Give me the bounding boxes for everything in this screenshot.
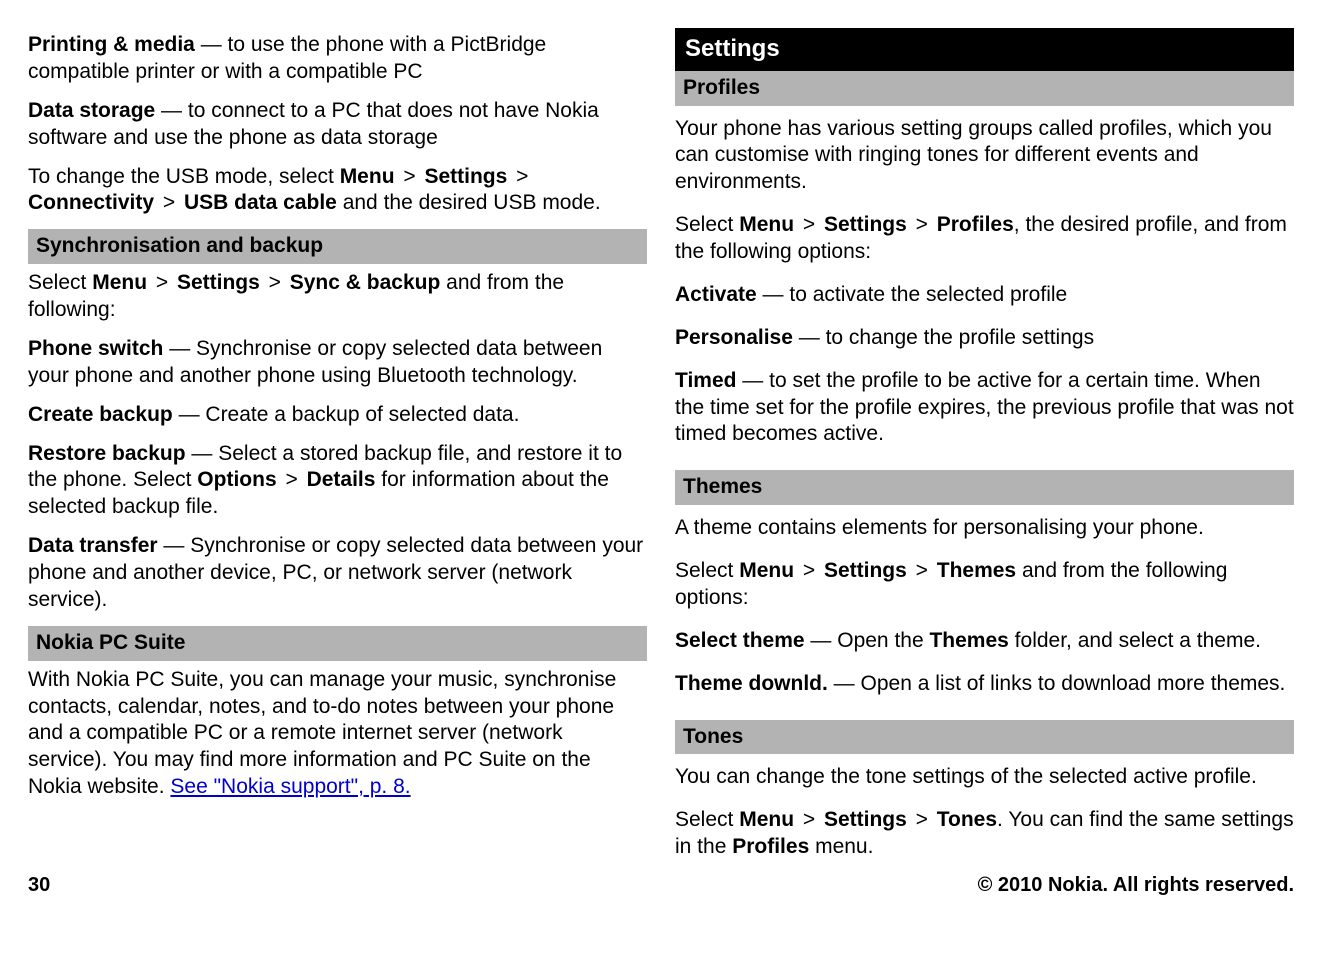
timed-label: Timed [675, 369, 736, 392]
breadcrumb-separator: > [907, 808, 937, 831]
printing-media-item: Printing & media — to use the phone with… [28, 32, 647, 86]
details-label: Details [307, 468, 376, 491]
tones-label: Tones [937, 808, 997, 831]
breadcrumb-separator: > [260, 271, 290, 294]
settings-label: Settings [824, 213, 907, 236]
create-backup-desc: — Create a backup of selected data. [173, 403, 520, 426]
select-theme-label: Select theme [675, 629, 805, 652]
page-content: Printing & media — to use the phone with… [0, 0, 1322, 860]
themes-intro: A theme contains elements for personalis… [675, 515, 1294, 542]
select-theme-item: Select theme — Open the Themes folder, a… [675, 628, 1294, 655]
themes-select-pre: Select [675, 559, 739, 582]
usb-pre-text: To change the USB mode, select [28, 165, 340, 188]
breadcrumb-separator: > [395, 165, 425, 188]
profiles-select-paragraph: Select Menu > Settings > Profiles, the d… [675, 212, 1294, 266]
select-theme-desc-post: folder, and select a theme. [1009, 629, 1261, 652]
settings-label: Settings [824, 808, 907, 831]
usb-mode-paragraph: To change the USB mode, select Menu > Se… [28, 164, 647, 218]
tones-select-pre: Select [675, 808, 739, 831]
pc-suite-body: With Nokia PC Suite, you can manage your… [28, 667, 647, 801]
sync-backup-label: Sync & backup [290, 271, 441, 294]
sync-backup-heading: Synchronisation and backup [28, 229, 647, 264]
data-transfer-label: Data transfer [28, 534, 158, 557]
select-theme-desc-pre: — Open the [805, 629, 930, 652]
breadcrumb-separator: > [794, 559, 824, 582]
page-footer: 30 © 2010 Nokia. All rights reserved. [0, 860, 1322, 920]
left-column: Printing & media — to use the phone with… [28, 28, 647, 860]
personalise-item: Personalise — to change the profile sett… [675, 325, 1294, 352]
breadcrumb-separator: > [154, 191, 184, 214]
tones-select-post: menu. [809, 835, 873, 858]
theme-downld-label: Theme downld. [675, 672, 828, 695]
usb-data-cable-label: USB data cable [184, 191, 337, 214]
printing-media-label: Printing & media [28, 33, 195, 56]
create-backup-item: Create backup — Create a backup of selec… [28, 402, 647, 429]
data-storage-item: Data storage — to connect to a PC that d… [28, 98, 647, 152]
phone-switch-label: Phone switch [28, 337, 163, 360]
nokia-support-link[interactable]: See "Nokia support", p. 8. [170, 775, 410, 798]
settings-label: Settings [824, 559, 907, 582]
connectivity-label: Connectivity [28, 191, 154, 214]
menu-label: Menu [739, 213, 794, 236]
page-number: 30 [28, 874, 50, 897]
profiles-select-pre: Select [675, 213, 739, 236]
theme-downld-item: Theme downld. — Open a list of links to … [675, 671, 1294, 698]
activate-label: Activate [675, 283, 757, 306]
breadcrumb-separator: > [794, 213, 824, 236]
personalise-label: Personalise [675, 326, 793, 349]
activate-item: Activate — to activate the selected prof… [675, 282, 1294, 309]
themes-folder-label: Themes [929, 629, 1008, 652]
settings-label: Settings [424, 165, 507, 188]
breadcrumb-separator: > [794, 808, 824, 831]
restore-backup-item: Restore backup — Select a stored backup … [28, 441, 647, 522]
phone-switch-item: Phone switch — Synchronise or copy selec… [28, 336, 647, 390]
tones-select-paragraph: Select Menu > Settings > Tones. You can … [675, 807, 1294, 861]
menu-label: Menu [340, 165, 395, 188]
profiles-heading: Profiles [675, 71, 1294, 106]
sync-select-pre: Select [28, 271, 92, 294]
tones-heading: Tones [675, 720, 1294, 755]
profiles-label: Profiles [937, 213, 1014, 236]
breadcrumb-separator: > [907, 559, 937, 582]
options-label: Options [197, 468, 276, 491]
theme-downld-desc: — Open a list of links to download more … [828, 672, 1286, 695]
personalise-desc: — to change the profile settings [793, 326, 1094, 349]
timed-desc: — to set the profile to be active for a … [675, 369, 1294, 446]
right-column: Settings Profiles Your phone has various… [675, 28, 1294, 860]
profiles-menu-label: Profiles [732, 835, 809, 858]
create-backup-label: Create backup [28, 403, 173, 426]
themes-select-paragraph: Select Menu > Settings > Themes and from… [675, 558, 1294, 612]
themes-label: Themes [937, 559, 1016, 582]
data-storage-label: Data storage [28, 99, 155, 122]
menu-label: Menu [92, 271, 147, 294]
restore-backup-label: Restore backup [28, 442, 186, 465]
activate-desc: — to activate the selected profile [757, 283, 1068, 306]
copyright-text: © 2010 Nokia. All rights reserved. [978, 874, 1294, 897]
settings-section-title: Settings [675, 28, 1294, 71]
data-transfer-item: Data transfer — Synchronise or copy sele… [28, 533, 647, 614]
menu-label: Menu [739, 559, 794, 582]
timed-item: Timed — to set the profile to be active … [675, 368, 1294, 449]
breadcrumb-separator: > [907, 213, 937, 236]
usb-post-text: and the desired USB mode. [337, 191, 601, 214]
profiles-intro: Your phone has various setting groups ca… [675, 116, 1294, 197]
menu-label: Menu [739, 808, 794, 831]
breadcrumb-separator: > [147, 271, 177, 294]
settings-label: Settings [177, 271, 260, 294]
sync-select-paragraph: Select Menu > Settings > Sync & backup a… [28, 270, 647, 324]
breadcrumb-separator: > [277, 468, 307, 491]
themes-heading: Themes [675, 470, 1294, 505]
breadcrumb-separator: > [507, 165, 531, 188]
tones-intro: You can change the tone settings of the … [675, 764, 1294, 791]
pc-suite-heading: Nokia PC Suite [28, 626, 647, 661]
